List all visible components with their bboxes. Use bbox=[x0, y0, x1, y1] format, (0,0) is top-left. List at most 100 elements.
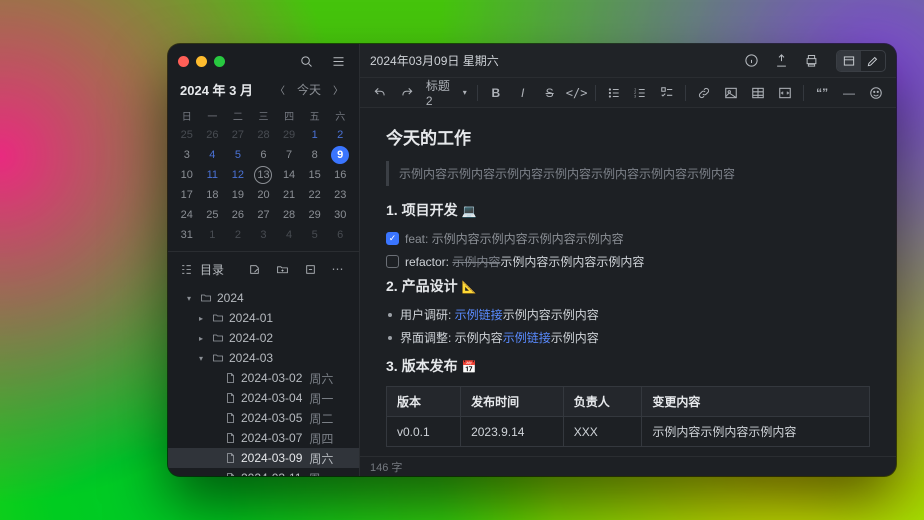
tree-file[interactable]: 2024-03-11 周一 bbox=[168, 468, 359, 476]
tree-folder[interactable]: ▸2024-02 bbox=[168, 328, 359, 348]
print-icon[interactable] bbox=[800, 50, 822, 72]
calendar-day[interactable]: 19 bbox=[225, 185, 251, 205]
calendar-day[interactable]: 17 bbox=[174, 185, 200, 205]
edit-mode-button[interactable] bbox=[861, 51, 885, 71]
calendar-day[interactable]: 2 bbox=[225, 225, 251, 245]
italic-button[interactable]: I bbox=[511, 81, 535, 105]
today-button[interactable]: 今天 bbox=[295, 81, 323, 98]
link[interactable]: 示例链接 bbox=[455, 308, 503, 322]
calendar-day[interactable]: 12 bbox=[225, 165, 251, 185]
calendar-day[interactable]: 24 bbox=[174, 205, 200, 225]
new-note-button[interactable] bbox=[243, 258, 265, 280]
export-icon[interactable] bbox=[770, 50, 792, 72]
calendar-day[interactable]: 3 bbox=[174, 145, 200, 165]
calendar-day[interactable]: 30 bbox=[327, 205, 353, 225]
image-button[interactable] bbox=[719, 81, 743, 105]
laptop-icon: 💻 bbox=[461, 204, 476, 218]
tree-item-sublabel: 周六 bbox=[309, 450, 333, 467]
weekday-cell: 四 bbox=[276, 105, 302, 125]
menu-icon[interactable] bbox=[327, 50, 349, 72]
calendar-day[interactable]: 18 bbox=[200, 185, 226, 205]
maximize-window-button[interactable] bbox=[214, 56, 225, 67]
emoji-button[interactable] bbox=[864, 81, 888, 105]
checkbox[interactable] bbox=[386, 255, 399, 268]
calendar-day[interactable]: 28 bbox=[251, 125, 277, 145]
view-mode-toggle[interactable] bbox=[836, 50, 886, 72]
calendar-day[interactable]: 9 bbox=[327, 145, 353, 165]
tree-file[interactable]: 2024-03-07 周四 bbox=[168, 428, 359, 448]
preview-mode-button[interactable] bbox=[837, 51, 861, 71]
calendar-day[interactable]: 26 bbox=[225, 205, 251, 225]
tree-header: 目录 ⋯ bbox=[168, 251, 359, 286]
bold-button[interactable]: B bbox=[484, 81, 508, 105]
calendar-day[interactable]: 1 bbox=[200, 225, 226, 245]
checkbox[interactable]: ✓ bbox=[386, 232, 399, 245]
calendar-day[interactable]: 29 bbox=[276, 125, 302, 145]
calendar-day[interactable]: 14 bbox=[276, 165, 302, 185]
new-folder-button[interactable] bbox=[271, 258, 293, 280]
calendar-day[interactable]: 15 bbox=[302, 165, 328, 185]
calendar-day[interactable]: 31 bbox=[174, 225, 200, 245]
olist-button[interactable]: 123 bbox=[629, 81, 653, 105]
heading-select[interactable]: 标题 2▾ bbox=[422, 81, 471, 105]
calendar-day[interactable]: 25 bbox=[200, 205, 226, 225]
calendar-day[interactable]: 27 bbox=[251, 205, 277, 225]
strike-button[interactable]: S bbox=[538, 81, 562, 105]
calendar-day[interactable]: 10 bbox=[174, 165, 200, 185]
prev-month-button[interactable]: 〈 bbox=[271, 80, 289, 99]
calendar-day[interactable]: 28 bbox=[276, 205, 302, 225]
calendar-day[interactable]: 4 bbox=[200, 145, 226, 165]
more-button[interactable]: ⋯ bbox=[327, 258, 349, 280]
calendar-day[interactable]: 7 bbox=[276, 145, 302, 165]
code-button[interactable]: </> bbox=[565, 81, 589, 105]
folder-icon bbox=[211, 332, 224, 345]
calendar-day[interactable]: 8 bbox=[302, 145, 328, 165]
calendar-day[interactable]: 5 bbox=[302, 225, 328, 245]
calendar-day[interactable]: 16 bbox=[327, 165, 353, 185]
tree-file[interactable]: 2024-03-04 周一 bbox=[168, 388, 359, 408]
calendar-day[interactable]: 4 bbox=[276, 225, 302, 245]
calendar-day[interactable]: 27 bbox=[225, 125, 251, 145]
table-button[interactable] bbox=[746, 81, 770, 105]
calendar-day[interactable]: 23 bbox=[327, 185, 353, 205]
calendar-day[interactable]: 1 bbox=[302, 125, 328, 145]
tree-file[interactable]: 2024-03-09 周六 bbox=[168, 448, 359, 468]
file-icon bbox=[223, 372, 236, 385]
tree-folder[interactable]: ▾2024-03 bbox=[168, 348, 359, 368]
undo-button[interactable] bbox=[368, 81, 392, 105]
tree-folder[interactable]: ▾2024 bbox=[168, 288, 359, 308]
calendar-day[interactable]: 3 bbox=[251, 225, 277, 245]
ulist-button[interactable] bbox=[602, 81, 626, 105]
close-window-button[interactable] bbox=[178, 56, 189, 67]
calendar-day[interactable]: 5 bbox=[225, 145, 251, 165]
link[interactable]: 示例链接 bbox=[503, 331, 551, 345]
search-icon[interactable] bbox=[295, 50, 317, 72]
calendar-day[interactable]: 6 bbox=[327, 225, 353, 245]
calendar-day[interactable]: 22 bbox=[302, 185, 328, 205]
calendar-day[interactable]: 6 bbox=[251, 145, 277, 165]
codeblock-button[interactable] bbox=[773, 81, 797, 105]
redo-button[interactable] bbox=[395, 81, 419, 105]
editor-content[interactable]: 今天的工作 示例内容示例内容示例内容示例内容示例内容示例内容示例内容 1. 项目… bbox=[360, 108, 896, 456]
info-icon[interactable] bbox=[740, 50, 762, 72]
hr-button[interactable]: — bbox=[837, 81, 861, 105]
calendar-day[interactable]: 11 bbox=[200, 165, 226, 185]
link-button[interactable] bbox=[692, 81, 716, 105]
calendar-day[interactable]: 21 bbox=[276, 185, 302, 205]
checklist-button[interactable] bbox=[655, 81, 679, 105]
calendar-day[interactable]: 29 bbox=[302, 205, 328, 225]
tree-file[interactable]: 2024-03-02 周六 bbox=[168, 368, 359, 388]
tree-folder[interactable]: ▸2024-01 bbox=[168, 308, 359, 328]
calendar-day[interactable]: 2 bbox=[327, 125, 353, 145]
calendar-day[interactable]: 20 bbox=[251, 185, 277, 205]
minimize-window-button[interactable] bbox=[196, 56, 207, 67]
collapse-button[interactable] bbox=[299, 258, 321, 280]
quote-button[interactable]: “” bbox=[810, 81, 834, 105]
next-month-button[interactable]: 〉 bbox=[329, 80, 347, 99]
bullet-list: 用户调研: 示例链接示例内容示例内容界面调整: 示例内容示例链接示例内容 bbox=[386, 306, 870, 346]
calendar-day[interactable]: 25 bbox=[174, 125, 200, 145]
calendar-day[interactable]: 13 bbox=[251, 165, 277, 185]
calendar-day[interactable]: 26 bbox=[200, 125, 226, 145]
tree-file[interactable]: 2024-03-05 周二 bbox=[168, 408, 359, 428]
section-3-heading: 3. 版本发布 📅 bbox=[386, 356, 870, 376]
